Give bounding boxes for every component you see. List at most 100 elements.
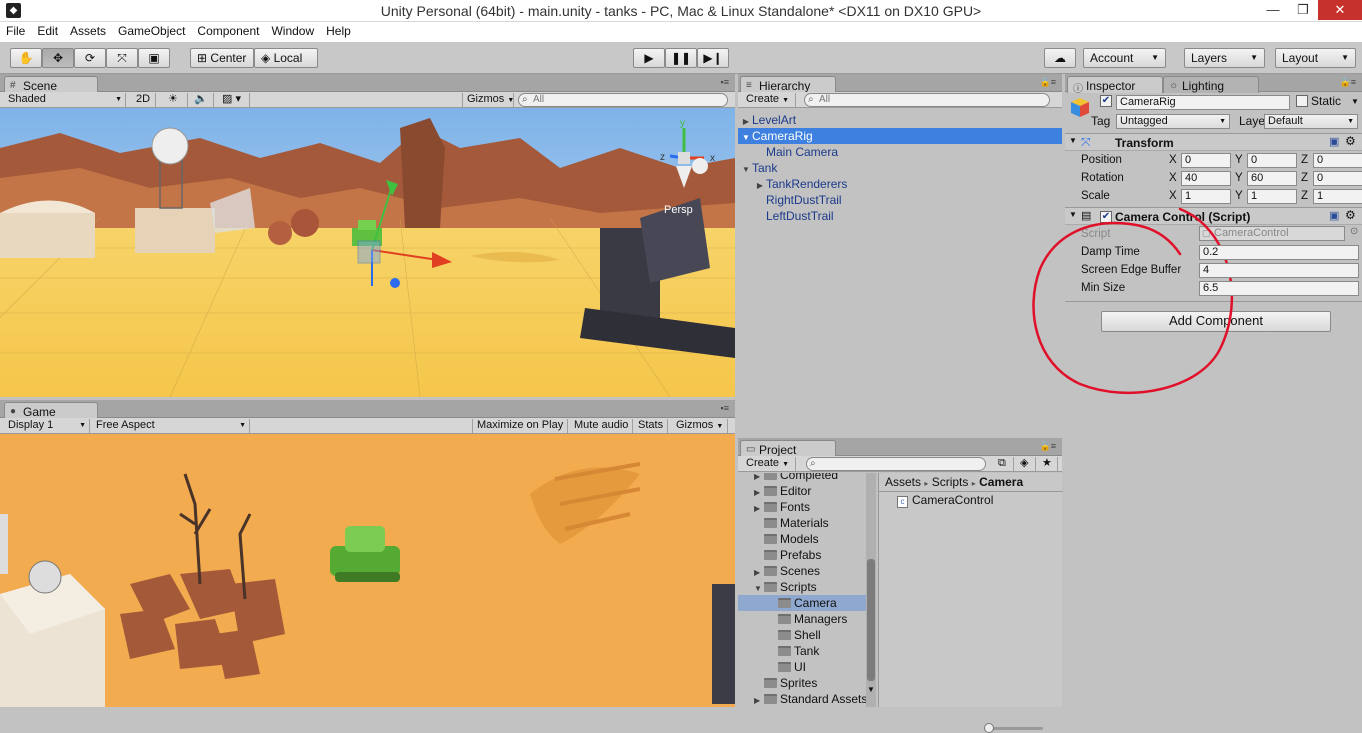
- project-folder-sprites[interactable]: Sprites: [738, 675, 866, 691]
- menu-assets[interactable]: Assets: [64, 22, 112, 38]
- transform-scale-z-field[interactable]: 1: [1313, 189, 1362, 204]
- menu-file[interactable]: File: [0, 22, 31, 38]
- pivot-local-button[interactable]: ◈ Local: [254, 48, 318, 68]
- hierarchy-item-tank[interactable]: ▼ Tank: [738, 160, 1062, 176]
- menu-gameobject[interactable]: GameObject: [112, 22, 191, 38]
- axis-x-label[interactable]: X: [1169, 169, 1177, 187]
- object-name-field[interactable]: CameraRig: [1116, 95, 1290, 110]
- project-folder-ui[interactable]: UI: [738, 659, 866, 675]
- tab-game[interactable]: ● Game: [4, 402, 98, 419]
- axis-y-label[interactable]: Y: [1235, 187, 1243, 205]
- close-icon[interactable]: ✕: [1318, 0, 1362, 20]
- project-folder-standard-assets[interactable]: ▶ Standard Assets: [738, 691, 867, 707]
- project-folder-shell[interactable]: Shell: [738, 627, 866, 643]
- folder-scrollbar[interactable]: ▼: [866, 473, 876, 707]
- axis-x-label[interactable]: X: [1169, 187, 1177, 205]
- damp-time-field[interactable]: 0.2: [1199, 245, 1359, 260]
- rect-tool-icon[interactable]: ▣: [138, 48, 170, 68]
- tab-inspector[interactable]: ⓘ Inspector: [1067, 76, 1163, 95]
- axis-z-label[interactable]: Z: [1301, 169, 1308, 187]
- toggle-2d-button[interactable]: 2D: [132, 93, 156, 107]
- axis-z-label[interactable]: Z: [1301, 151, 1308, 169]
- game-viewport[interactable]: [0, 434, 735, 707]
- transform-rotation-z-field[interactable]: 0: [1313, 171, 1362, 186]
- aspect-dropdown[interactable]: Free Aspect ▼: [92, 419, 250, 433]
- scene-viewport[interactable]: y x z Persp: [0, 108, 735, 397]
- scrollbar-thumb[interactable]: [867, 559, 875, 681]
- filter-label-icon[interactable]: ◈: [1016, 457, 1036, 471]
- menu-edit[interactable]: Edit: [31, 22, 64, 38]
- panel-menu-icon[interactable]: 🔒≡: [1040, 77, 1056, 88]
- project-folder-fonts[interactable]: ▶ Fonts: [738, 499, 866, 515]
- tab-lighting[interactable]: ☼ Lighting: [1163, 76, 1259, 93]
- expand-arrow-icon[interactable]: ▶: [754, 693, 764, 707]
- axis-z-label[interactable]: Z: [1301, 187, 1308, 205]
- move-tool-icon[interactable]: ✥: [42, 48, 74, 68]
- favorite-star-icon[interactable]: ★: [1038, 457, 1058, 471]
- min-size-field[interactable]: 6.5: [1199, 281, 1359, 296]
- chevron-down-icon[interactable]: ▼: [1351, 97, 1359, 106]
- restore-icon[interactable]: ❐: [1288, 0, 1318, 20]
- cloud-button[interactable]: ☁: [1044, 48, 1076, 68]
- tab-hierarchy[interactable]: ≡ Hierarchy: [740, 76, 836, 93]
- project-folder-models[interactable]: Models: [738, 531, 866, 547]
- project-folder-materials[interactable]: Materials: [738, 515, 866, 531]
- breadcrumb-assets[interactable]: Assets: [885, 475, 921, 489]
- transform-rotation-y-field[interactable]: 60: [1247, 171, 1297, 186]
- panel-menu-icon[interactable]: ▪≡: [721, 403, 729, 413]
- project-folder-completed[interactable]: ▶ Completed: [738, 473, 866, 483]
- project-folder-scenes[interactable]: ▶ Scenes: [738, 563, 866, 579]
- stats-toggle[interactable]: Stats: [634, 419, 669, 433]
- shading-dropdown[interactable]: Shaded ▼: [4, 93, 126, 107]
- transform-rotation-x-field[interactable]: 40: [1181, 171, 1231, 186]
- maximize-on-play-toggle[interactable]: Maximize on Play: [472, 419, 569, 433]
- hierarchy-item-tankrenderers[interactable]: ▶ TankRenderers: [738, 176, 1062, 192]
- transform-scale-x-field[interactable]: 1: [1181, 189, 1231, 204]
- layers-dropdown[interactable]: Layers ▼: [1184, 48, 1265, 68]
- project-folder-scripts[interactable]: ▼ Scripts: [738, 579, 866, 595]
- static-checkbox[interactable]: [1296, 95, 1308, 107]
- pause-button[interactable]: ❚❚: [665, 48, 697, 68]
- breadcrumb-camera[interactable]: Camera: [979, 475, 1023, 489]
- minimize-icon[interactable]: —: [1258, 0, 1288, 20]
- transform-header[interactable]: ▼ ⤧ Transform ▣ ⚙: [1065, 133, 1362, 151]
- transform-position-x-field[interactable]: 0: [1181, 153, 1231, 168]
- hierarchy-item-camerarig[interactable]: ▼ CameraRig: [738, 128, 1062, 144]
- scene-gizmos-dropdown[interactable]: Gizmos ▼: [462, 93, 514, 107]
- transform-position-y-field[interactable]: 0: [1247, 153, 1297, 168]
- hierarchy-search-input[interactable]: ⌕ All: [804, 93, 1050, 107]
- hierarchy-create-dropdown[interactable]: Create ▼: [742, 93, 796, 107]
- hierarchy-item-rightdusttrail[interactable]: RightDustTrail: [738, 192, 1062, 208]
- hand-tool-icon[interactable]: ✋: [10, 48, 42, 68]
- gear-icon[interactable]: ⚙: [1345, 134, 1356, 148]
- perspective-label[interactable]: Persp: [664, 204, 693, 216]
- object-picker-icon[interactable]: ⊙: [1350, 226, 1358, 237]
- asset-item[interactable]: c CameraControl: [897, 493, 993, 508]
- project-folder-editor[interactable]: ▶ Editor: [738, 483, 866, 499]
- project-folder-camera[interactable]: Camera: [738, 595, 866, 611]
- tab-scene[interactable]: # Scene: [4, 76, 98, 93]
- hierarchy-item-levelart[interactable]: ▶ LevelArt: [738, 112, 1062, 128]
- lighting-toggle-icon[interactable]: ☀: [164, 93, 188, 107]
- scale-tool-icon[interactable]: ⤧: [106, 48, 138, 68]
- menu-window[interactable]: Window: [265, 22, 320, 38]
- pivot-center-button[interactable]: ⊞ Center: [190, 48, 254, 68]
- tab-project[interactable]: ▭ Project: [740, 440, 836, 457]
- scene-search-input[interactable]: ⌕ All: [518, 93, 728, 107]
- hierarchy-item-main-camera[interactable]: Main Camera: [738, 144, 1062, 160]
- transform-scale-y-field[interactable]: 1: [1247, 189, 1297, 204]
- panel-menu-icon[interactable]: 🔒≡: [1340, 77, 1356, 88]
- icon-size-slider[interactable]: [984, 723, 1043, 733]
- step-button[interactable]: ▶❙: [697, 48, 729, 68]
- screen-edge-buffer-field[interactable]: 4: [1199, 263, 1359, 278]
- menu-help[interactable]: Help: [320, 22, 357, 38]
- layout-dropdown[interactable]: Layout ▼: [1275, 48, 1356, 68]
- axis-y-label[interactable]: Y: [1235, 169, 1243, 187]
- scroll-down-icon[interactable]: ▼: [867, 685, 875, 694]
- audio-toggle-icon[interactable]: 🔈: [190, 93, 214, 107]
- panel-menu-icon[interactable]: 🔒≡: [1040, 441, 1056, 452]
- project-folder-prefabs[interactable]: Prefabs: [738, 547, 866, 563]
- gear-icon[interactable]: ⚙: [1345, 208, 1356, 222]
- slider-handle[interactable]: [984, 723, 994, 733]
- play-button[interactable]: ▶: [633, 48, 665, 68]
